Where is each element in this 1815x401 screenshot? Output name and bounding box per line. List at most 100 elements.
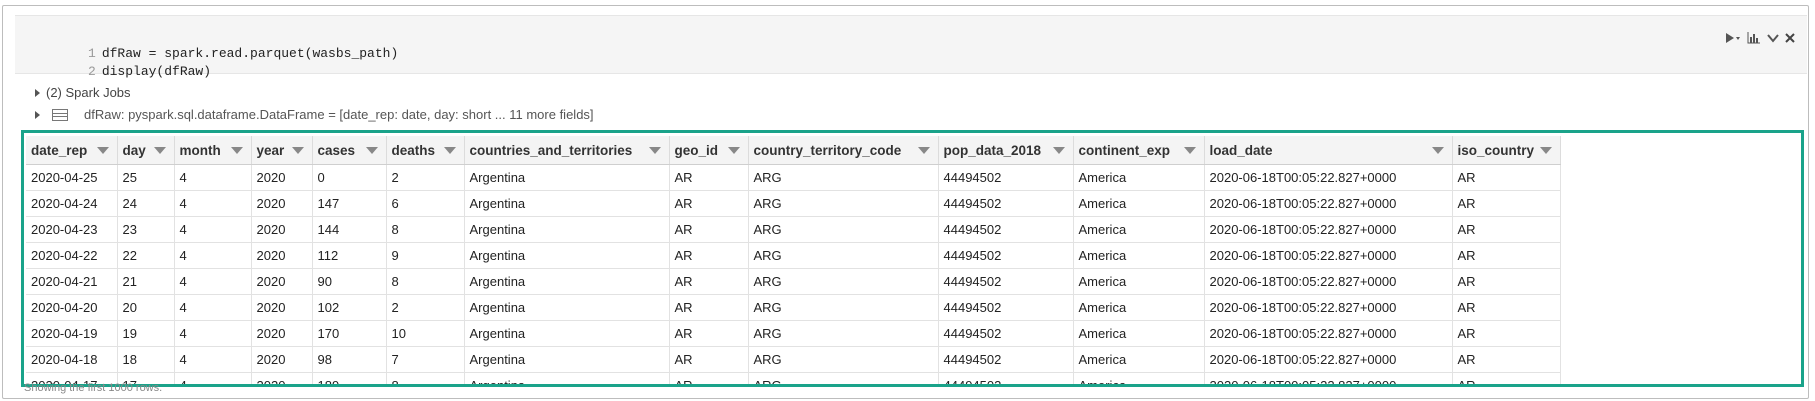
table-cell: 2020 [251, 268, 313, 295]
table-cell: America [1073, 294, 1205, 321]
column-header[interactable]: year [251, 136, 313, 165]
table-cell: 2020 [251, 346, 313, 373]
table-cell: ARG [748, 320, 939, 347]
table-cell: Argentina [464, 372, 670, 384]
sort-caret-icon[interactable] [727, 147, 740, 154]
table-cell: America [1073, 320, 1205, 347]
table-cell: America [1073, 372, 1205, 384]
table-row: 2020-04-21 21 4 2020 90 8 Argentina AR ARG 444945… [26, 268, 1561, 295]
code-text[interactable]: display(dfRaw) [102, 64, 211, 79]
sort-caret-icon[interactable] [443, 147, 456, 154]
sort-caret-icon[interactable] [1539, 147, 1552, 154]
table-cell: AR [669, 268, 749, 295]
table-cell: 147 [312, 190, 387, 217]
column-header[interactable]: day [117, 136, 175, 165]
sort-caret-icon[interactable] [96, 147, 109, 154]
sort-caret-icon[interactable] [1052, 147, 1065, 154]
table-cell: ARG [748, 268, 939, 295]
code-line[interactable]: 2 display(dfRaw) [15, 45, 211, 79]
schema-toggle[interactable]: dfRaw: pyspark.sql.dataframe.DataFrame =… [35, 107, 594, 122]
table-cell: 98 [312, 346, 387, 373]
column-header[interactable]: countries_and_territories [464, 136, 670, 165]
table-cell: 24 [117, 190, 175, 217]
code-line[interactable]: 1 dfRaw = spark.read.parquet(wasbs_path) [15, 27, 398, 61]
sort-caret-icon[interactable] [230, 147, 243, 154]
table-cell: 2020-06-18T00:05:22.827+0000 [1204, 372, 1453, 384]
column-header[interactable]: cases [312, 136, 387, 165]
table-cell: Argentina [464, 268, 670, 295]
table-cell: 2020-06-18T00:05:22.827+0000 [1204, 190, 1453, 217]
table-cell: 44494502 [938, 268, 1074, 295]
spark-jobs-toggle[interactable]: (2) Spark Jobs [35, 85, 131, 100]
table-cell: AR [669, 294, 749, 321]
table-cell: ARG [748, 372, 939, 384]
table-cell: AR [1452, 372, 1561, 384]
sort-caret-icon[interactable] [648, 147, 661, 154]
table-row: 2020-04-18 18 4 2020 98 7 Argentina AR ARG 444945… [26, 346, 1561, 373]
bar-chart-icon [1747, 32, 1760, 44]
close-icon [1785, 33, 1795, 43]
table-cell: Argentina [464, 346, 670, 373]
row-count-note: Showing the first 1000 rows. [24, 382, 163, 394]
sort-caret-icon[interactable] [153, 147, 166, 154]
table-cell: 2020-04-24 [26, 190, 118, 217]
table-cell: AR [669, 242, 749, 269]
column-header[interactable]: geo_id [669, 136, 749, 165]
column-header[interactable]: date_rep [26, 136, 118, 165]
results-table-container[interactable]: date_rep day month year cases deaths countries… [21, 130, 1804, 387]
column-header-label: cases [317, 142, 356, 158]
sort-caret-icon[interactable] [291, 147, 304, 154]
column-header[interactable]: load_date [1204, 136, 1453, 165]
table-cell: 189 [312, 372, 387, 384]
table-cell: 22 [117, 242, 175, 269]
chevron-down-icon [1767, 34, 1779, 43]
expand-triangle-icon [35, 88, 40, 97]
table-cell: 4 [174, 190, 252, 217]
table-cell: 4 [174, 320, 252, 347]
table-cell: 8 [386, 372, 465, 384]
table-cell: 44494502 [938, 372, 1074, 384]
cell-menu-button[interactable] [1767, 33, 1779, 43]
column-header[interactable]: deaths [386, 136, 465, 165]
column-header-label: month [179, 142, 221, 158]
table-cell: Argentina [464, 320, 670, 347]
schema-label: dfRaw: pyspark.sql.dataframe.DataFrame =… [84, 107, 594, 122]
table-row: 2020-04-25 25 4 2020 0 2 Argentina AR ARG 4449450… [26, 164, 1561, 191]
close-cell-button[interactable] [1785, 33, 1795, 43]
sort-caret-icon[interactable] [1183, 147, 1196, 154]
sort-caret-icon[interactable] [1431, 147, 1444, 154]
column-header-label: load_date [1209, 142, 1273, 158]
sort-caret-icon[interactable] [917, 147, 930, 154]
table-cell: AR [1452, 164, 1561, 191]
table-cell: AR [1452, 320, 1561, 347]
table-cell: 2020-04-21 [26, 268, 118, 295]
column-header[interactable]: month [174, 136, 252, 165]
table-cell: 44494502 [938, 320, 1074, 347]
chart-button[interactable] [1747, 32, 1761, 44]
table-cell: AR [1452, 216, 1561, 243]
column-header[interactable]: iso_country [1452, 136, 1561, 165]
column-header-label: continent_exp [1078, 142, 1171, 158]
table-row: 2020-04-19 19 4 2020 170 10 Argentina AR ARG 4449… [26, 320, 1561, 347]
table-cell: AR [669, 164, 749, 191]
run-cell-button[interactable] [1725, 32, 1741, 44]
column-header[interactable]: pop_data_2018 [938, 136, 1074, 165]
table-cell: 2 [386, 294, 465, 321]
table-cell: 23 [117, 216, 175, 243]
sort-caret-icon[interactable] [365, 147, 378, 154]
table-cell: 21 [117, 268, 175, 295]
table-cell: ARG [748, 190, 939, 217]
code-editor[interactable]: 1 dfRaw = spark.read.parquet(wasbs_path) … [15, 15, 1807, 79]
table-cell: ARG [748, 346, 939, 373]
table-cell: ARG [748, 242, 939, 269]
table-cell: 2020 [251, 320, 313, 347]
table-cell: 2020-04-25 [26, 164, 118, 191]
table-cell: ARG [748, 216, 939, 243]
table-header-row: date_rep day month year cases deaths countries… [26, 136, 1561, 165]
column-header[interactable]: continent_exp [1073, 136, 1205, 165]
table-cell: AR [669, 372, 749, 384]
column-header[interactable]: country_territory_code [748, 136, 939, 165]
table-cell: 2020 [251, 190, 313, 217]
table-cell: 90 [312, 268, 387, 295]
table-cell: AR [1452, 346, 1561, 373]
